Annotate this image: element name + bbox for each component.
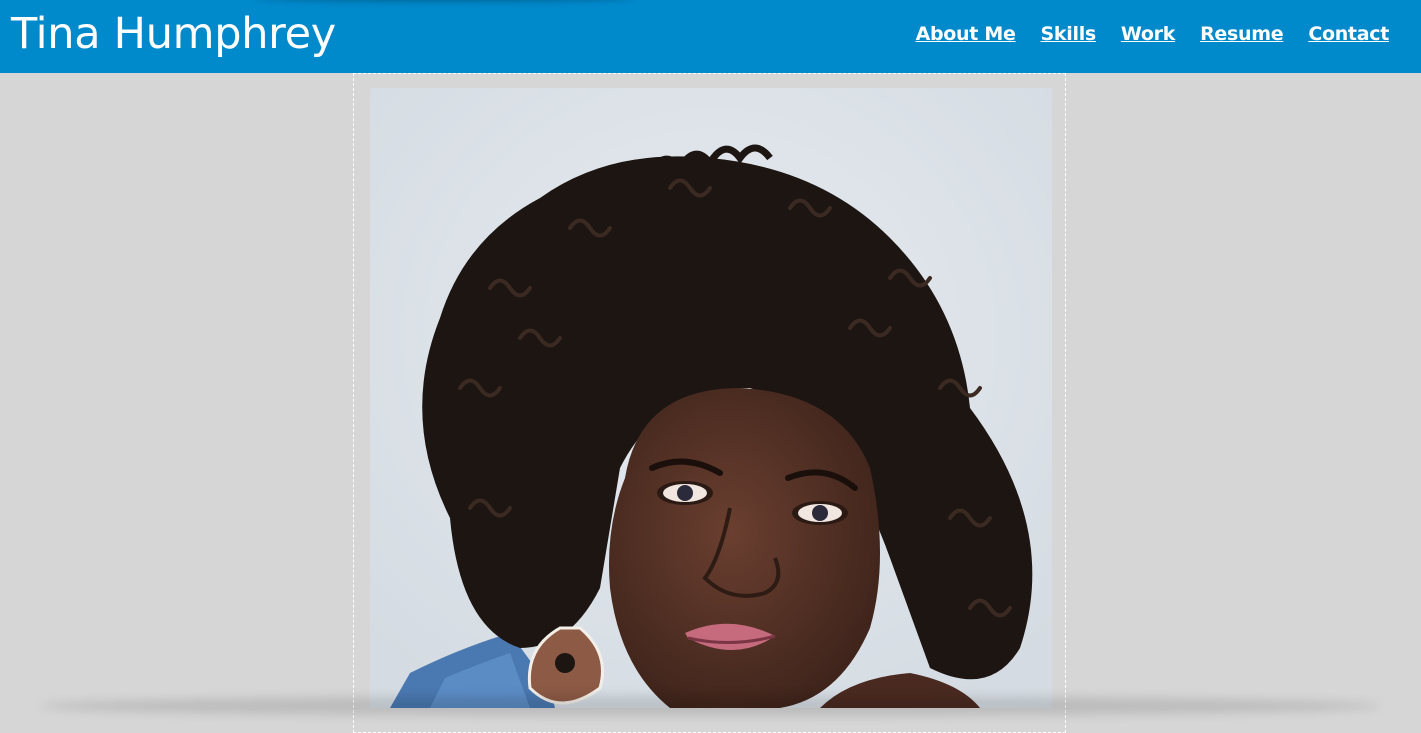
site-title: Tina Humphrey [11, 9, 336, 59]
portrait-image-icon [370, 88, 1052, 708]
bottom-shadow [40, 696, 1380, 716]
portrait-photo [370, 88, 1052, 708]
main-nav: About Me Skills Work Resume Contact [916, 21, 1390, 47]
site-header: Tina Humphrey About Me Skills Work Resum… [0, 0, 1421, 73]
nav-link-about-me[interactable]: About Me [916, 21, 1016, 47]
nav-link-contact[interactable]: Contact [1308, 21, 1389, 47]
nav-link-work[interactable]: Work [1121, 21, 1175, 47]
nav-link-resume[interactable]: Resume [1200, 21, 1284, 47]
nav-link-skills[interactable]: Skills [1041, 21, 1097, 47]
